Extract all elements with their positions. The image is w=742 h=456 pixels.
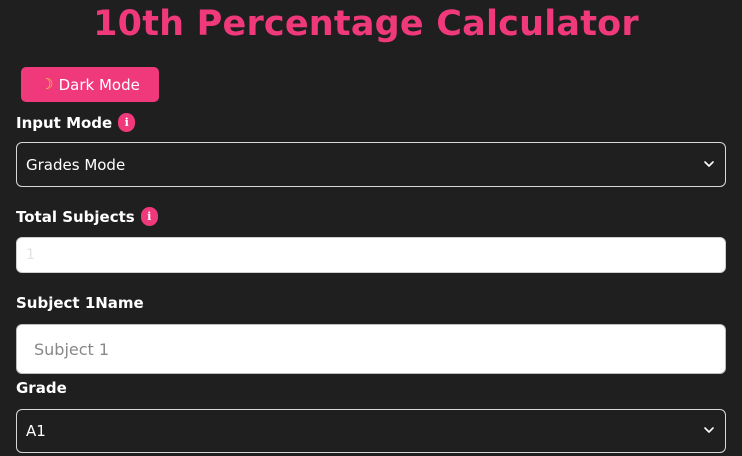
input-mode-label: Input Mode: [16, 113, 113, 132]
page-title: 10th Percentage Calculator: [93, 4, 639, 44]
total-subjects-label-row: Total Subjects i: [16, 207, 158, 226]
subject-name-label-row: Subject 1Name: [16, 294, 144, 312]
grade-label: Grade: [16, 379, 67, 397]
total-subjects-input[interactable]: [16, 237, 726, 273]
input-mode-selected-value: Grades Mode: [26, 155, 126, 174]
subject-name-label: Subject 1Name: [16, 294, 144, 312]
subject-name-input[interactable]: [16, 324, 726, 374]
chevron-down-icon: [704, 427, 714, 433]
grade-select[interactable]: A1: [16, 409, 726, 453]
info-icon[interactable]: i: [118, 113, 136, 132]
chevron-down-icon: [704, 160, 714, 167]
dark-mode-toggle-button[interactable]: ☽ Dark Mode: [21, 67, 159, 102]
input-mode-select[interactable]: Grades Mode: [16, 142, 726, 187]
total-subjects-label: Total Subjects: [16, 207, 135, 226]
grade-selected-value: A1: [26, 422, 46, 440]
info-icon[interactable]: i: [140, 207, 158, 226]
grade-label-row: Grade: [16, 379, 67, 397]
input-mode-label-row: Input Mode i: [16, 113, 136, 132]
calculator-form: 10th Percentage Calculator ☽ Dark Mode I…: [16, 0, 726, 453]
crescent-moon-icon: ☽: [40, 75, 54, 93]
dark-mode-label: Dark Mode: [58, 75, 140, 94]
